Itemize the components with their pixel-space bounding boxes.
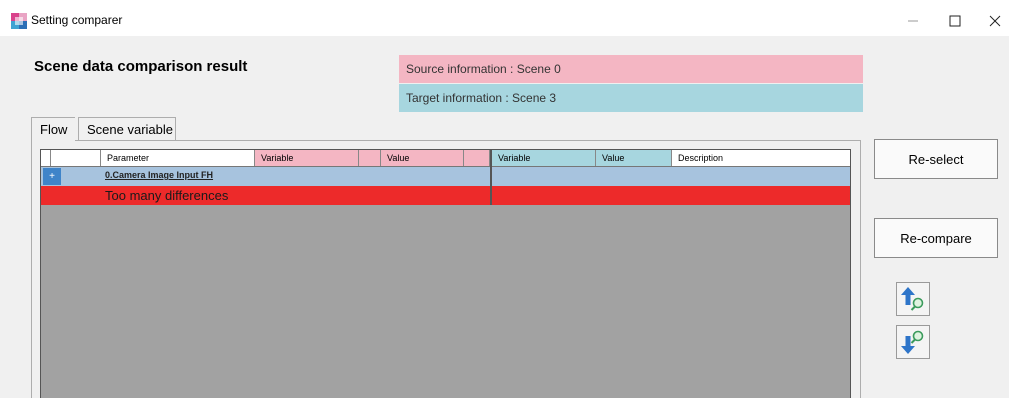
recompare-button[interactable]: Re-compare <box>874 218 998 258</box>
header-parameter[interactable]: Parameter <box>101 150 255 166</box>
previous-difference-button[interactable] <box>896 282 930 316</box>
header-description[interactable]: Description <box>672 150 850 166</box>
header-source-variable[interactable]: Variable <box>255 150 359 166</box>
comparison-grid: Parameter Variable Value Variable Value … <box>40 149 851 398</box>
expand-button[interactable]: + <box>43 168 61 185</box>
grid-header: Parameter Variable Value Variable Value … <box>41 150 850 167</box>
header-spacer <box>41 150 51 166</box>
title-bar: Setting comparer <box>0 0 1009 36</box>
header-source-value[interactable]: Value <box>381 150 464 166</box>
close-icon[interactable] <box>975 6 1009 36</box>
reselect-button[interactable]: Re-select <box>874 139 998 179</box>
maximize-icon[interactable] <box>935 6 975 36</box>
header-spacer <box>51 150 101 166</box>
search-up-icon <box>897 287 929 319</box>
page-title: Scene data comparison result <box>34 58 248 75</box>
next-difference-button[interactable] <box>896 325 930 359</box>
source-information: Source information : Scene 0 <box>399 55 863 83</box>
search-down-icon <box>897 330 929 362</box>
table-row[interactable]: + 0.Camera Image Input FH <box>41 167 850 186</box>
column-divider <box>490 150 492 205</box>
tab-scene-variable[interactable]: Scene variable <box>78 117 176 140</box>
difference-message: Too many differences <box>105 188 229 203</box>
minimize-icon[interactable] <box>893 6 933 36</box>
tab-flow[interactable]: Flow <box>31 117 75 141</box>
table-row[interactable]: Too many differences <box>41 186 850 205</box>
unit-name[interactable]: 0.Camera Image Input FH <box>105 170 213 180</box>
header-spacer <box>464 150 490 166</box>
header-target-value[interactable]: Value <box>596 150 672 166</box>
target-information: Target information : Scene 3 <box>399 84 863 112</box>
header-spacer <box>359 150 381 166</box>
window-title: Setting comparer <box>31 13 123 27</box>
header-target-variable[interactable]: Variable <box>492 150 596 166</box>
app-icon <box>11 13 27 29</box>
